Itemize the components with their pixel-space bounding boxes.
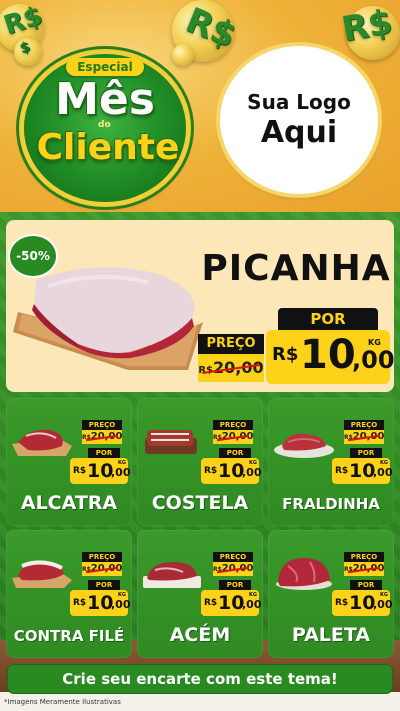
- product-name: PALETA: [291, 624, 371, 646]
- logo-line-2: Aqui: [260, 115, 338, 150]
- badge-mes-title: Mês: [55, 74, 155, 125]
- product-name: ALCATRA: [20, 492, 118, 514]
- disclaimer-note: *Imagens Meramente Ilustrativas: [4, 698, 121, 706]
- preco-label: PREÇO: [213, 420, 253, 430]
- new-price-decimal: ,00: [373, 466, 393, 479]
- logo-placeholder[interactable]: Sua Logo Aqui: [220, 46, 378, 194]
- discount-badge: -50%: [10, 236, 56, 276]
- old-price: R$20,00: [344, 430, 384, 444]
- new-price: R$ 10,00 KG: [201, 590, 262, 616]
- new-price: R$ 10,00 KG: [332, 458, 393, 484]
- new-price-currency: R$: [335, 598, 349, 608]
- product-name: CONTRA FILÉ: [13, 627, 125, 645]
- new-price-decimal: ,00: [111, 598, 131, 611]
- product-card[interactable]: PREÇO R$20,00 POR R$10,00KG ALCATRA: [6, 398, 132, 526]
- logo-line-1: Sua Logo: [247, 90, 351, 114]
- new-price-integer: 10: [349, 460, 376, 482]
- new-price-currency: R$: [73, 598, 87, 608]
- unit-label: KG: [249, 460, 257, 466]
- unit-label: KG: [380, 592, 388, 598]
- product-name: COSTELA: [151, 492, 249, 514]
- new-price: R$ 10,00 KG: [201, 458, 262, 484]
- unit-label: KG: [118, 592, 126, 598]
- old-price: R$20,00: [82, 430, 122, 444]
- preco-label: PREÇO: [344, 552, 384, 562]
- old-price: R$20,00: [198, 354, 264, 382]
- new-price-currency: R$: [204, 598, 218, 608]
- create-flyer-button[interactable]: Crie seu encarte com este tema!: [8, 665, 392, 693]
- new-price-integer: 10: [218, 592, 245, 614]
- preco-label: PREÇO: [198, 334, 264, 354]
- new-price-integer: 10: [87, 460, 114, 482]
- old-price: R$20,00: [213, 430, 253, 444]
- new-price-integer: 10: [87, 592, 114, 614]
- product-card[interactable]: PREÇO R$20,00 POR R$10,00KG CONTRA FILÉ: [6, 530, 132, 658]
- paleta-image: [276, 558, 332, 590]
- new-price-decimal: ,00: [242, 598, 262, 611]
- new-price-currency: R$: [272, 344, 299, 365]
- fraldinha-image: [274, 433, 334, 458]
- new-price-decimal: ,00: [111, 466, 131, 479]
- new-price-integer: 10: [218, 460, 245, 482]
- unit-label: KG: [368, 338, 381, 347]
- header-banner: R$ R$ R$ $ Especial Mês do Cliente Sua L…: [0, 0, 400, 218]
- old-price: R$20,00: [82, 562, 122, 576]
- costela-image: [145, 430, 197, 454]
- new-price-decimal: ,00: [352, 346, 395, 374]
- money-symbol-icon: R$: [338, 1, 395, 51]
- unit-label: KG: [118, 460, 126, 466]
- acem-image: [143, 562, 201, 588]
- new-price-decimal: ,00: [242, 466, 262, 479]
- new-price: R$ 10,00 KG: [332, 590, 393, 616]
- old-price: R$20,00: [344, 562, 384, 576]
- old-price: R$20,00: [213, 562, 253, 576]
- badge-cliente-title: Cliente: [36, 127, 180, 168]
- unit-label: KG: [380, 460, 388, 466]
- product-card[interactable]: PREÇO R$20,00 POR R$10,00KG PALETA: [268, 530, 394, 658]
- new-price-currency: R$: [73, 466, 87, 476]
- alcatra-image: [12, 429, 72, 456]
- preco-label: PREÇO: [213, 552, 253, 562]
- por-label: POR: [278, 308, 378, 330]
- por-label: POR: [219, 580, 251, 590]
- new-price-integer: 10: [349, 592, 376, 614]
- contra-file-image: [12, 560, 72, 588]
- new-price-currency: R$: [204, 466, 218, 476]
- new-price: R$ 10 ,00 KG: [266, 330, 395, 384]
- product-name: FRALDINHA: [282, 495, 380, 513]
- por-label: POR: [350, 580, 382, 590]
- new-price: R$ 10,00 KG: [70, 590, 131, 616]
- product-card[interactable]: PREÇO R$20,00 POR R$10,00KG COSTELA: [137, 398, 263, 526]
- por-label: POR: [88, 448, 120, 458]
- new-price-currency: R$: [335, 466, 349, 476]
- por-label: POR: [219, 448, 251, 458]
- new-price-integer: 10: [300, 332, 356, 378]
- product-name: ACÉM: [169, 624, 231, 646]
- preco-label: PREÇO: [82, 420, 122, 430]
- hero-product-name: PICANHA: [201, 248, 391, 289]
- preco-label: PREÇO: [344, 420, 384, 430]
- por-label: POR: [350, 448, 382, 458]
- coin-icon: [172, 44, 194, 66]
- product-card[interactable]: PREÇO R$20,00 POR R$10,00KG FRALDINHA: [268, 398, 394, 526]
- new-price: R$ 10,00 KG: [70, 458, 131, 484]
- preco-label: PREÇO: [82, 552, 122, 562]
- product-card[interactable]: PREÇO R$20,00 POR R$10,00KG ACÉM: [137, 530, 263, 658]
- por-label: POR: [88, 580, 120, 590]
- unit-label: KG: [249, 592, 257, 598]
- new-price-decimal: ,00: [373, 598, 393, 611]
